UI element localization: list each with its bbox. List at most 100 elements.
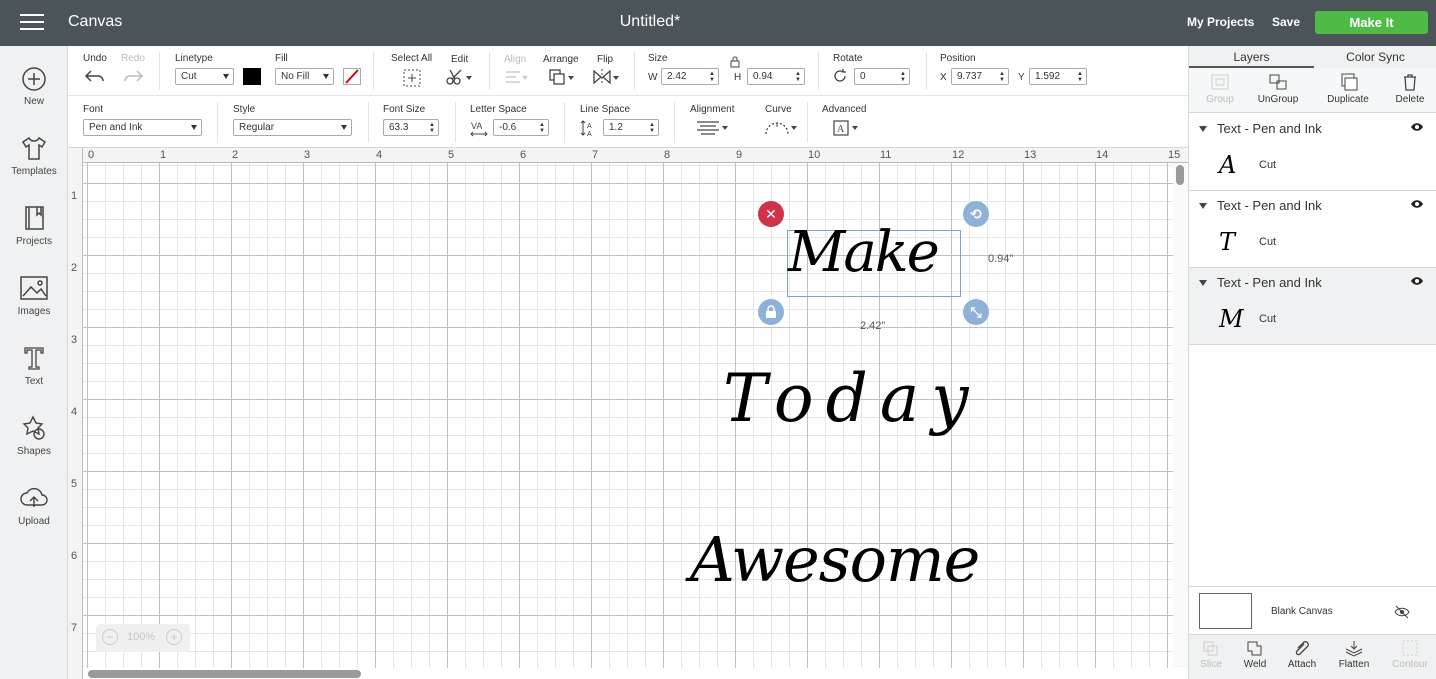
slice-label: Slice — [1200, 659, 1222, 670]
zoom-in-icon[interactable]: + — [166, 629, 182, 645]
vertical-ruler: 1 2 3 4 5 6 7 — [68, 148, 83, 679]
group-label: Group — [1206, 94, 1234, 105]
duplicate-icon — [1341, 73, 1358, 91]
rotate-input[interactable]: 0 ▲ ▼ — [854, 68, 910, 85]
sidebar-item-new[interactable]: New — [0, 66, 68, 107]
canvas-text-today[interactable]: Today — [723, 360, 981, 437]
height-dimension-label: 0.94" — [988, 253, 1014, 265]
font-size-input[interactable]: 63.3 ▲ ▼ — [383, 119, 439, 136]
delete-label: Delete — [1395, 94, 1425, 105]
sidebar-item-images[interactable]: Images — [0, 274, 68, 317]
canvas-grid[interactable] — [83, 163, 1173, 668]
expand-caret-icon[interactable] — [1199, 280, 1207, 286]
undo-label: Undo — [83, 53, 107, 64]
vertical-scrollbar[interactable] — [1173, 163, 1188, 668]
layer-title: Text - Pen and Ink — [1217, 275, 1322, 290]
font-label: Font — [83, 104, 104, 115]
zoom-control: − 100% + — [96, 624, 190, 652]
group-button[interactable]: Group — [1189, 72, 1251, 105]
layer-item-selected[interactable]: Text - Pen and Ink M Cut — [1189, 268, 1436, 345]
x-label: X — [940, 72, 947, 83]
font-select[interactable]: Pen and Ink — [83, 119, 202, 136]
width-input[interactable]: 2.42 ▲ ▼ — [661, 68, 719, 85]
divider — [373, 52, 374, 90]
sidebar-item-upload[interactable]: Upload — [0, 484, 68, 527]
divider — [634, 52, 635, 90]
contour-button[interactable]: Contour — [1379, 639, 1436, 670]
slice-icon — [1203, 641, 1218, 656]
divider — [807, 102, 808, 142]
save-button[interactable]: Save — [1272, 15, 1300, 29]
ruler-tick-label: 2 — [232, 149, 239, 161]
redo-icon[interactable] — [122, 68, 144, 84]
fill-select[interactable]: No Fill — [275, 68, 334, 85]
flatten-button[interactable]: Flatten — [1323, 639, 1385, 670]
image-icon — [20, 276, 48, 300]
my-projects-link[interactable]: My Projects — [1187, 15, 1254, 29]
notebook-icon — [25, 206, 44, 230]
text-toolbar: Font Pen and Ink Style Regular Font Size… — [68, 96, 1188, 148]
design-canvas[interactable]: 0 1 2 3 4 5 6 7 8 9 10 11 12 13 14 15 1234567 − 100% + … — [68, 148, 1188, 679]
height-input[interactable]: 0.94 ▲ ▼ — [747, 68, 805, 85]
linetype-select[interactable]: Cut — [175, 68, 234, 85]
ruler-tick-label: 13 — [1024, 149, 1037, 161]
lock-handle-icon[interactable] — [758, 299, 784, 325]
x-position-input[interactable]: 9.737 ▲ ▼ — [951, 68, 1009, 85]
sidebar-item-shapes[interactable]: Shapes — [0, 414, 68, 457]
no-fill-swatch-icon[interactable] — [343, 68, 361, 85]
undo-icon[interactable] — [84, 68, 106, 84]
height-label: H — [734, 72, 742, 83]
contour-icon — [1402, 640, 1418, 656]
style-select[interactable]: Regular — [233, 119, 352, 136]
curve-icon[interactable] — [764, 118, 798, 138]
y-position-input[interactable]: 1.592 ▲ ▼ — [1029, 68, 1087, 85]
upload-cloud-icon — [20, 487, 48, 507]
hidden-eye-icon[interactable] — [1394, 605, 1410, 619]
line-space-input[interactable]: 1.2 ▲ ▼ — [603, 119, 659, 136]
sidebar-item-templates[interactable]: Templates — [0, 134, 68, 177]
delete-handle-icon[interactable]: ✕ — [758, 201, 784, 227]
arrange-icon[interactable] — [548, 68, 576, 86]
canvas-text-awesome[interactable]: Awesome — [690, 523, 980, 596]
eye-icon[interactable] — [1410, 199, 1424, 209]
eye-icon[interactable] — [1410, 122, 1424, 132]
eye-icon[interactable] — [1410, 276, 1424, 286]
duplicate-button[interactable]: Duplicate — [1317, 72, 1379, 105]
layer-thumbnail: A — [1219, 151, 1237, 179]
font-size-value: 63.3 — [389, 122, 409, 133]
select-all-icon[interactable] — [402, 68, 422, 88]
flip-icon[interactable] — [592, 68, 620, 86]
zoom-out-icon[interactable]: − — [102, 629, 118, 645]
canvas-text-make[interactable]: Make — [788, 220, 940, 285]
make-it-button[interactable]: Make It — [1315, 11, 1428, 34]
text-alignment-icon[interactable] — [695, 120, 729, 136]
sidebar-item-projects[interactable]: Projects — [0, 204, 68, 247]
lock-ratio-icon[interactable] — [729, 56, 741, 68]
ungroup-button[interactable]: UnGroup — [1247, 72, 1309, 105]
advanced-icon[interactable]: A — [832, 119, 860, 137]
divider — [926, 52, 927, 90]
edit-scissors-icon[interactable] — [446, 68, 474, 86]
font-value: Pen and Ink — [89, 122, 143, 133]
width-label: W — [648, 72, 658, 83]
divider — [489, 52, 490, 90]
expand-caret-icon[interactable] — [1199, 203, 1207, 209]
layer-item[interactable]: Text - Pen and Ink T Cut — [1189, 191, 1436, 268]
tab-layers[interactable]: Layers — [1189, 50, 1314, 64]
horizontal-scrollbar-thumb[interactable] — [88, 670, 361, 678]
sidebar-item-label: Images — [17, 306, 51, 317]
expand-caret-icon[interactable] — [1199, 126, 1207, 132]
letter-space-input[interactable]: -0.6 ▲ ▼ — [493, 119, 549, 136]
resize-handle-icon[interactable]: ⤡ — [963, 299, 989, 325]
blank-canvas-swatch[interactable] — [1199, 593, 1252, 629]
sidebar-item-text[interactable]: Text — [0, 344, 68, 387]
linetype-color-swatch[interactable] — [243, 68, 261, 85]
vertical-scrollbar-thumb[interactable] — [1176, 165, 1184, 185]
tab-color-sync[interactable]: Color Sync — [1314, 50, 1436, 64]
align-icon[interactable] — [504, 68, 530, 86]
rotate-handle-icon[interactable]: ⟲ — [963, 201, 989, 227]
line-space-icon: AA — [580, 120, 592, 137]
layer-item[interactable]: Text - Pen and Ink A Cut — [1189, 114, 1436, 191]
delete-button[interactable]: Delete — [1379, 72, 1436, 105]
blank-canvas-row[interactable]: Blank Canvas — [1189, 586, 1436, 638]
